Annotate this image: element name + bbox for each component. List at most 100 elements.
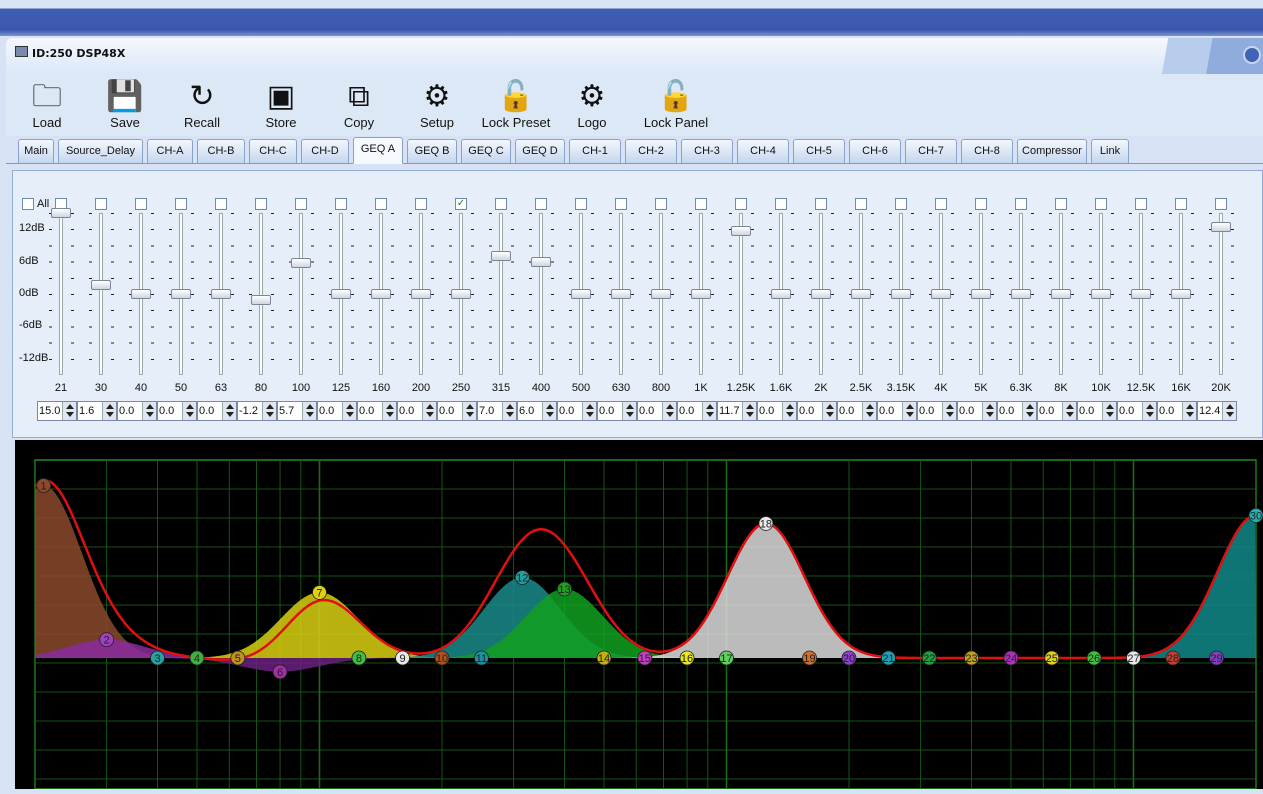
spin-up-icon[interactable] [106, 404, 114, 409]
spin-down-icon[interactable] [1186, 412, 1194, 417]
band-checkbox[interactable] [815, 198, 827, 210]
spin-down-icon[interactable] [986, 412, 994, 417]
band-checkbox[interactable] [1055, 198, 1067, 210]
tab-main[interactable]: Main [18, 139, 54, 163]
tab-source-delay[interactable]: Source_Delay [58, 139, 143, 163]
slider-thumb[interactable] [1091, 289, 1111, 299]
spin-down-icon[interactable] [66, 412, 74, 417]
spin-down-icon[interactable] [106, 412, 114, 417]
band-gain-spinbox[interactable]: 0.0 [1037, 401, 1077, 421]
spin-down-icon[interactable] [866, 412, 874, 417]
band-gain-spinbox[interactable]: 1.6 [77, 401, 117, 421]
spin-arrows[interactable] [102, 402, 116, 420]
tab-geq-d[interactable]: GEQ D [515, 139, 565, 163]
spin-down-icon[interactable] [586, 412, 594, 417]
slider-thumb[interactable] [851, 289, 871, 299]
band-checkbox[interactable] [415, 198, 427, 210]
band-checkbox[interactable] [495, 198, 507, 210]
band-checkbox[interactable] [1015, 198, 1027, 210]
slider-thumb[interactable] [91, 280, 111, 291]
band-gain-spinbox[interactable]: 0.0 [877, 401, 917, 421]
spin-up-icon[interactable] [466, 404, 474, 409]
spin-up-icon[interactable] [1026, 404, 1034, 409]
band-checkbox[interactable] [1175, 198, 1187, 210]
spin-arrows[interactable] [1022, 402, 1036, 420]
slider-thumb[interactable] [571, 289, 591, 299]
spin-down-icon[interactable] [546, 412, 554, 417]
spin-down-icon[interactable] [906, 412, 914, 417]
spin-arrows[interactable] [342, 402, 356, 420]
spin-up-icon[interactable] [426, 404, 434, 409]
spin-down-icon[interactable] [746, 412, 754, 417]
spin-arrows[interactable] [702, 402, 716, 420]
logo-button[interactable]: ⚙ Logo [571, 78, 613, 134]
spin-up-icon[interactable] [866, 404, 874, 409]
spin-down-icon[interactable] [466, 412, 474, 417]
tab-ch-1[interactable]: CH-1 [569, 139, 621, 163]
spin-up-icon[interactable] [586, 404, 594, 409]
spin-up-icon[interactable] [306, 404, 314, 409]
band-gain-spinbox[interactable]: 0.0 [637, 401, 677, 421]
spin-up-icon[interactable] [706, 404, 714, 409]
recall-button[interactable]: ↻ Recall [181, 78, 223, 134]
slider-thumb[interactable] [491, 251, 511, 262]
band-checkbox[interactable] [615, 198, 627, 210]
slider-thumb[interactable] [931, 289, 951, 299]
spin-down-icon[interactable] [146, 412, 154, 417]
spin-arrows[interactable] [262, 402, 276, 420]
slider-thumb[interactable] [211, 289, 231, 299]
spin-down-icon[interactable] [666, 412, 674, 417]
band-gain-spinbox[interactable]: 0.0 [317, 401, 357, 421]
spin-up-icon[interactable] [666, 404, 674, 409]
tab-ch-6[interactable]: CH-6 [849, 139, 901, 163]
slider-thumb[interactable] [971, 289, 991, 299]
band-gain-spinbox[interactable]: 15.0 [37, 401, 77, 421]
spin-down-icon[interactable] [1146, 412, 1154, 417]
band-gain-spinbox[interactable]: 0.0 [1117, 401, 1157, 421]
slider-thumb[interactable] [1011, 289, 1031, 299]
band-checkbox[interactable] [775, 198, 787, 210]
spin-up-icon[interactable] [1106, 404, 1114, 409]
spin-arrows[interactable] [782, 402, 796, 420]
spin-down-icon[interactable] [266, 412, 274, 417]
spin-up-icon[interactable] [506, 404, 514, 409]
slider-thumb[interactable] [611, 289, 631, 299]
tab-compressor[interactable]: Compressor [1017, 139, 1087, 163]
spin-down-icon[interactable] [186, 412, 194, 417]
spin-up-icon[interactable] [746, 404, 754, 409]
spin-down-icon[interactable] [826, 412, 834, 417]
spin-arrows[interactable] [1102, 402, 1116, 420]
spin-arrows[interactable] [982, 402, 996, 420]
spin-down-icon[interactable] [626, 412, 634, 417]
band-checkbox[interactable] [1215, 198, 1227, 210]
spin-arrows[interactable] [502, 402, 516, 420]
slider-thumb[interactable] [131, 289, 151, 299]
spin-up-icon[interactable] [986, 404, 994, 409]
band-gain-spinbox[interactable]: 0.0 [677, 401, 717, 421]
band-checkbox[interactable] [895, 198, 907, 210]
spin-arrows[interactable] [822, 402, 836, 420]
tab-geq-c[interactable]: GEQ C [461, 139, 511, 163]
spin-up-icon[interactable] [146, 404, 154, 409]
band-gain-spinbox[interactable]: 0.0 [557, 401, 597, 421]
spin-up-icon[interactable] [1226, 404, 1234, 409]
band-gain-spinbox[interactable]: 0.0 [797, 401, 837, 421]
band-gain-spinbox[interactable]: 0.0 [397, 401, 437, 421]
spin-down-icon[interactable] [346, 412, 354, 417]
band-checkbox[interactable] [855, 198, 867, 210]
spin-arrows[interactable] [1182, 402, 1196, 420]
spin-arrows[interactable] [542, 402, 556, 420]
spin-arrows[interactable] [1062, 402, 1076, 420]
spin-arrows[interactable] [902, 402, 916, 420]
band-checkbox[interactable] [935, 198, 947, 210]
slider-thumb[interactable] [1051, 289, 1071, 299]
spin-down-icon[interactable] [706, 412, 714, 417]
spin-down-icon[interactable] [1066, 412, 1074, 417]
slider-thumb[interactable] [811, 289, 831, 299]
spin-up-icon[interactable] [186, 404, 194, 409]
spin-up-icon[interactable] [346, 404, 354, 409]
setup-button[interactable]: ⚙ Setup [416, 78, 458, 134]
spin-down-icon[interactable] [306, 412, 314, 417]
band-gain-spinbox[interactable]: 0.0 [597, 401, 637, 421]
spin-up-icon[interactable] [906, 404, 914, 409]
